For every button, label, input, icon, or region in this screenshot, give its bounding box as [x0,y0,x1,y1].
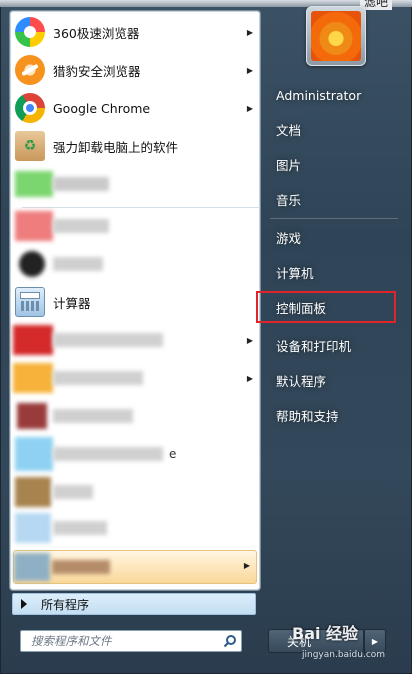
program-label: e [169,447,177,461]
program-item-blurred[interactable] [13,475,257,509]
program-label: 猎豹安全浏览器 [53,63,141,79]
right-link-music[interactable]: 音乐 [268,186,398,212]
all-programs-button[interactable]: 所有程序 [12,593,256,615]
calculator-icon [15,287,45,317]
cheetah-browser-icon [15,55,45,85]
right-link-documents[interactable]: 文档 [268,116,398,142]
submenu-arrow-icon[interactable]: ▶ [240,561,254,570]
program-item-blurred[interactable] [13,399,257,433]
program-item-highlighted[interactable]: ▶ [13,550,257,584]
all-programs-label: 所有程序 [41,597,90,612]
program-label: 计算器 [53,295,91,311]
submenu-arrow-icon[interactable]: ▶ [243,66,257,75]
list-separator [22,207,260,208]
submenu-arrow-icon[interactable]: ▶ [243,374,257,383]
browser-360-icon [15,17,45,47]
right-link-computer[interactable]: 计算机 [268,259,398,285]
program-item-blurred[interactable]: e [13,437,257,471]
program-item-blurred[interactable] [13,511,257,545]
control-panel-highlight-box [256,291,396,323]
right-separator [270,218,398,219]
program-item-blurred[interactable] [13,209,257,243]
program-item-blurred[interactable] [13,247,257,281]
chrome-icon [15,93,45,123]
right-link-default-programs[interactable]: 默认程序 [268,367,398,393]
submenu-arrow-icon[interactable]: ▶ [243,28,257,37]
programs-pane: 360极速浏览器 ▶ 猎豹安全浏览器 ▶ Google Chrome ▶ ♻ 强… [9,10,261,591]
right-link-pictures[interactable]: 图片 [268,151,398,177]
program-item-uninstaller[interactable]: ♻ 强力卸载电脑上的软件 [13,129,257,163]
search-icon[interactable] [219,631,241,651]
triangle-right-icon [21,599,27,609]
program-item-blurred[interactable]: ▶ [13,323,257,357]
watermark: Bai 经验 [292,624,359,643]
right-link-administrator[interactable]: Administrator [268,82,398,108]
uninstall-box-icon: ♻ [15,131,45,161]
right-link-help-support[interactable]: 帮助和支持 [268,402,398,428]
program-item-cheetah-browser[interactable]: 猎豹安全浏览器 ▶ [13,53,257,87]
program-label: 强力卸载电脑上的软件 [53,139,179,155]
program-label: 360极速浏览器 [53,25,140,41]
flower-picture-icon [311,11,361,61]
submenu-arrow-icon[interactable]: ▶ [243,336,257,345]
search-box[interactable] [20,630,242,652]
right-link-games[interactable]: 游戏 [268,224,398,250]
program-item-360-browser[interactable]: 360极速浏览器 ▶ [13,15,257,49]
search-input[interactable] [29,633,219,649]
program-item-google-chrome[interactable]: Google Chrome ▶ [13,91,257,125]
program-label: Google Chrome [53,100,151,116]
submenu-arrow-icon[interactable]: ▶ [243,104,257,113]
start-menu: 滤吧 360极速浏览器 ▶ 猎豹安全浏览器 ▶ Google Chrome ▶ [0,0,412,674]
watermark-url: jingyan.baidu.com [302,650,386,660]
program-item-calculator[interactable]: 计算器 [13,285,257,319]
right-link-devices-printers[interactable]: 设备和打印机 [268,332,398,358]
program-item-blurred[interactable] [13,167,257,201]
user-avatar[interactable] [306,6,366,66]
program-item-blurred[interactable]: ▶ [13,361,257,395]
